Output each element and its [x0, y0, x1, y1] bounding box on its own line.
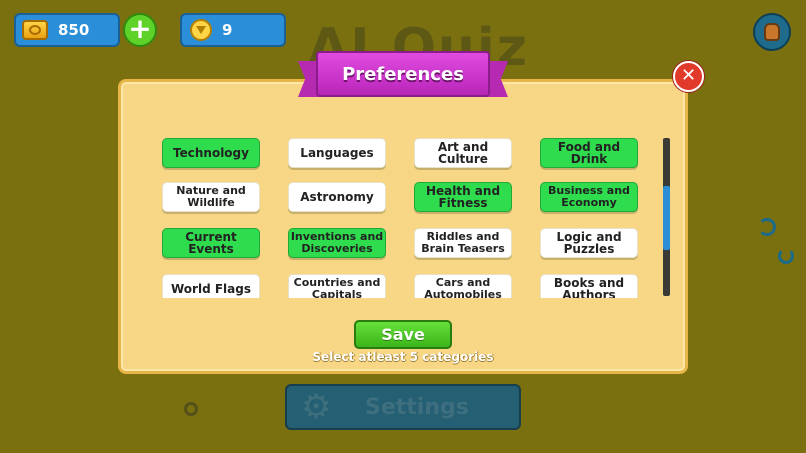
profile-button[interactable] — [753, 13, 791, 51]
category-label: Technology — [173, 146, 249, 160]
category-chip[interactable]: Inventions and Discoveries — [288, 228, 386, 258]
category-chip[interactable]: Business and Economy — [540, 182, 638, 212]
category-label: Logic and Puzzles — [556, 230, 622, 256]
save-button[interactable]: Save — [354, 320, 452, 349]
category-scrollbar[interactable] — [663, 138, 670, 296]
settings-button: ⚙ Settings — [285, 384, 521, 430]
coin-icon — [22, 20, 48, 40]
category-chip[interactable]: Cars and Automobiles — [414, 274, 512, 298]
category-chip[interactable]: World Flags — [162, 274, 260, 298]
gem-icon — [190, 19, 212, 41]
decoration-ring — [184, 402, 198, 416]
category-label: Food and Drink — [557, 140, 621, 166]
gem-counter: 9 — [180, 13, 286, 47]
gem-count: 9 — [222, 21, 233, 39]
dialog-title: Preferences — [316, 51, 490, 97]
coin-counter: 850 — [14, 13, 120, 47]
category-chip[interactable]: Food and Drink — [540, 138, 638, 168]
close-button[interactable]: ✕ — [673, 61, 704, 92]
category-label: Business and Economy — [548, 184, 630, 209]
category-label: Languages — [300, 146, 374, 160]
add-coins-button[interactable]: + — [123, 13, 157, 47]
coin-count: 850 — [58, 21, 90, 39]
category-label: Current Events — [185, 230, 237, 256]
settings-label: Settings — [365, 394, 469, 420]
category-chip[interactable]: Countries and Capitals — [288, 274, 386, 298]
category-chip[interactable]: Astronomy — [288, 182, 386, 212]
category-label: Books and Authors — [553, 276, 625, 298]
category-label: Art and Culture — [437, 140, 489, 166]
category-chip[interactable]: Current Events — [162, 228, 260, 258]
category-chip[interactable]: Technology — [162, 138, 260, 168]
category-grid: Technology Languages Art and Culture Foo… — [158, 138, 658, 298]
decoration-ring — [758, 218, 776, 236]
category-label: Nature and Wildlife — [176, 184, 246, 209]
category-chip[interactable]: Riddles and Brain Teasers — [414, 228, 512, 258]
category-chip[interactable]: Nature and Wildlife — [162, 182, 260, 212]
decoration-ring — [778, 248, 794, 264]
close-icon: ✕ — [680, 65, 697, 86]
category-chip[interactable]: Languages — [288, 138, 386, 168]
selection-hint: Select atleast 5 categories — [312, 350, 494, 364]
category-label: Astronomy — [300, 190, 374, 204]
category-label: Riddles and Brain Teasers — [421, 230, 505, 255]
category-chip[interactable]: Health and Fitness — [414, 182, 512, 212]
dialog-title-banner: Preferences — [298, 51, 508, 101]
category-label: Cars and Automobiles — [424, 276, 502, 299]
gear-icon: ⚙ — [301, 387, 332, 427]
category-label: Countries and Capitals — [293, 276, 381, 299]
plus-icon: + — [128, 12, 152, 45]
category-label: Inventions and Discoveries — [290, 230, 384, 255]
category-chip[interactable]: Logic and Puzzles — [540, 228, 638, 258]
category-chip[interactable]: Art and Culture — [414, 138, 512, 168]
scrollbar-thumb[interactable] — [663, 186, 670, 250]
category-chip[interactable]: Books and Authors — [540, 274, 638, 298]
category-label: World Flags — [171, 282, 251, 296]
category-label: Health and Fitness — [425, 184, 501, 210]
